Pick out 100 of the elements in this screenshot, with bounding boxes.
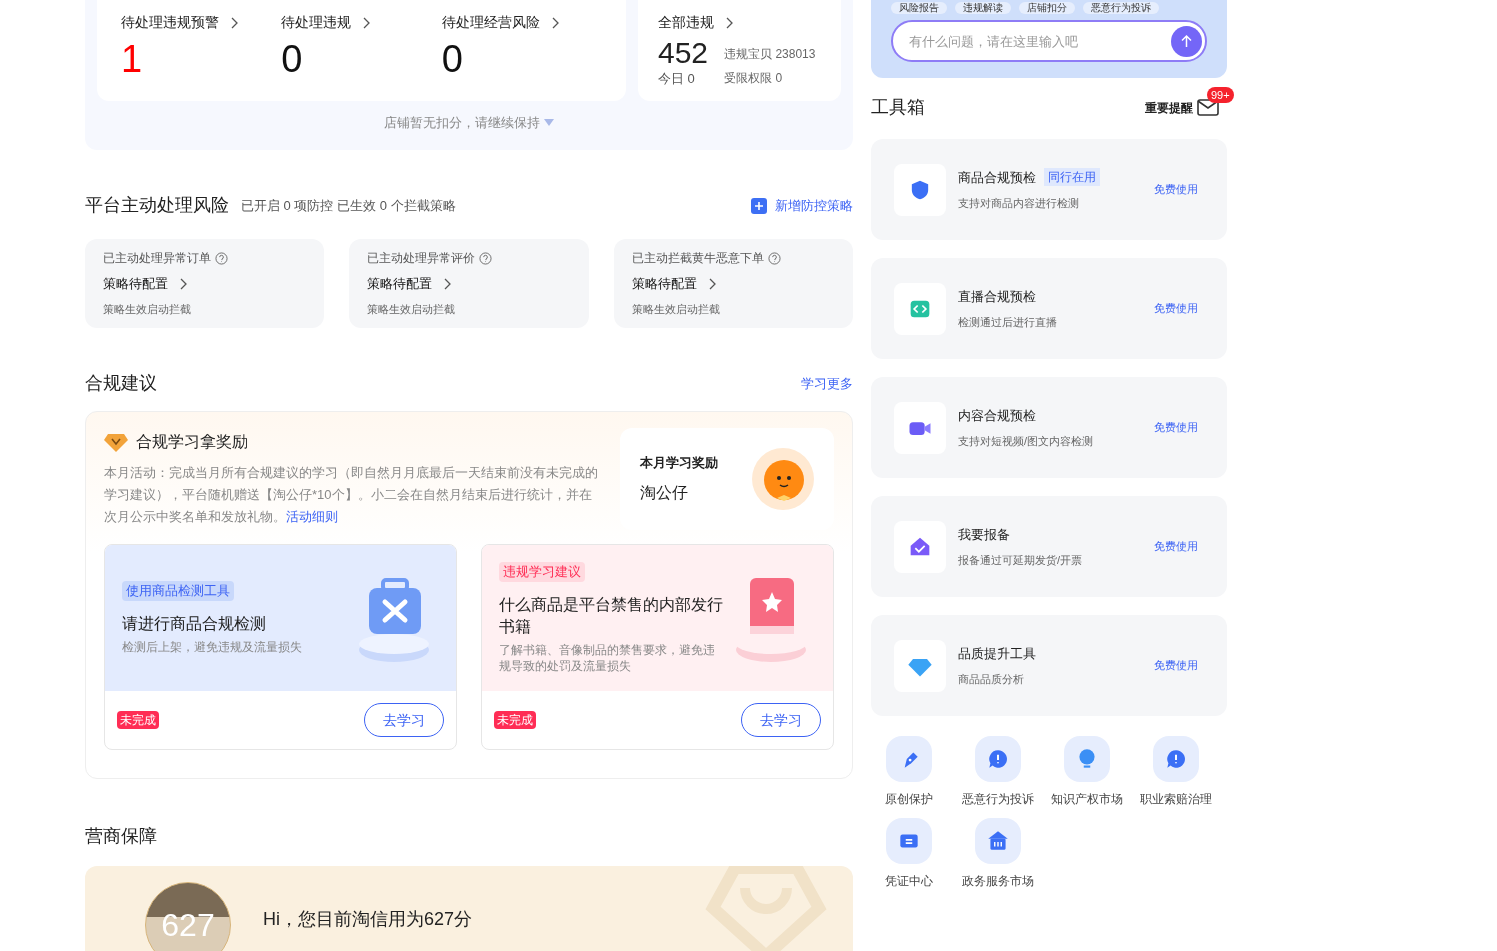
reward-title: 合规学习拿奖励 [136, 432, 248, 452]
strategy-link[interactable]: 策略待配置 [631, 274, 835, 294]
question-chip[interactable]: 风险报告 [891, 2, 947, 14]
credit-greeting: Hi，您目前淘信用为627分 [263, 908, 473, 931]
tool-description: 支持对商品内容进行检测 [958, 196, 1080, 211]
stat-value: 452 [658, 37, 709, 69]
risk-card-title: 已主动处理异常评价 [367, 249, 571, 267]
notification-badge: 99+ [1207, 87, 1234, 103]
tool-card[interactable]: 商品合规预检 同行在用 支持对商品内容进行检测 免费使用 [871, 139, 1227, 240]
prize-label: 本月学习奖励 [640, 454, 719, 473]
stat-label[interactable]: 待处理违规 [281, 12, 442, 33]
today-count: 今日 0 [658, 70, 696, 88]
risk-card-note: 策略生效启动拦截 [631, 301, 721, 317]
shortcut-item[interactable]: 知识产权市场 [1049, 736, 1125, 808]
shortcut-item[interactable]: 原创保护 [871, 736, 947, 808]
advice-title: 什么商品是平台禁售的内部发行书籍 [499, 594, 724, 637]
tool-name: 商品合规预检 [958, 168, 1036, 187]
free-use-link[interactable]: 免费使用 [1154, 657, 1198, 674]
stat-value: 0 [441, 37, 464, 82]
shortcut-item[interactable]: 政务服务市场 [960, 818, 1036, 890]
diamond-icon [104, 432, 128, 452]
free-use-link[interactable]: 免费使用 [1154, 538, 1198, 555]
mail-icon[interactable] [1197, 99, 1219, 116]
ticket-icon [886, 818, 932, 864]
credit-score: 627 [161, 906, 215, 945]
advice-tag: 违规学习建议 [499, 562, 585, 582]
video-icon [894, 401, 946, 454]
mascot-icon [752, 448, 814, 510]
risk-card-note: 策略生效启动拦截 [103, 301, 192, 317]
status-tag: 未完成 [117, 711, 159, 729]
free-use-link[interactable]: 免费使用 [1154, 419, 1198, 436]
toolbox-title: 工具箱 [871, 96, 925, 119]
advice-description: 检测后上架，避免违规及流量损失 [122, 638, 303, 655]
send-icon[interactable] [1171, 25, 1202, 57]
tool-description: 报备通过可延期发货/开票 [958, 553, 1084, 568]
chevron-icon [551, 16, 560, 29]
chevron-icon [180, 277, 188, 290]
free-use-link[interactable]: 免费使用 [1154, 181, 1198, 198]
help-icon [767, 251, 781, 265]
question-chip[interactable]: 违规解读 [955, 2, 1011, 14]
plus-icon [751, 197, 767, 214]
help-icon [215, 251, 228, 265]
section-title: 平台主动处理风险 [85, 194, 229, 217]
stat-label[interactable]: 全部违规 [658, 12, 821, 33]
tool-name: 内容合规预检 [958, 406, 1036, 425]
chevron-icon [444, 277, 453, 290]
tool-card[interactable]: 我要报备 报备通过可延期发货/开票 免费使用 [871, 496, 1227, 597]
tool-name: 品质提升工具 [958, 644, 1036, 663]
reminder-label[interactable]: 重要提醒 [1145, 98, 1193, 117]
alert-icon [975, 736, 1021, 782]
tool-name: 直播合规预检 [958, 287, 1036, 306]
items-count: 违规宝贝 238013 [724, 46, 816, 63]
alert-icon [1153, 736, 1199, 782]
question-input[interactable]: 有什么问题，请在这里输入吧 [891, 20, 1207, 62]
chevron-icon [363, 16, 372, 29]
shield-icon [894, 163, 946, 216]
advice-description: 了解书籍、音像制品的禁售要求，避免违规导致的处罚及流量损失 [499, 641, 716, 674]
deduction-note: 店铺暂无扣分，请继续保持 [384, 114, 540, 132]
tool-card[interactable]: 品质提升工具 商品品质分析 免费使用 [871, 615, 1227, 716]
tool-card[interactable]: 直播合规预检 检测通过后进行直播 免费使用 [871, 258, 1227, 359]
chevron-icon [231, 16, 239, 29]
chevron-icon [726, 16, 734, 29]
strategy-link[interactable]: 策略待配置 [367, 274, 571, 294]
tool-description: 支持对短视频/图文内容检测 [958, 434, 1095, 449]
stat-label[interactable]: 待处理违规预警 [121, 12, 282, 33]
bulb-icon [1064, 736, 1110, 782]
tool-description: 商品品质分析 [958, 672, 1025, 687]
reward-description: 本月活动：完成当月所有合规建议的学习（即自然月月底最后一天结束前没有未完成的学习建议），平台随机赠送【淘公仔*10个】。小二会在自然月结束后进行统计，并在次月公示中奖名单和发放礼物。活动细则 [104, 464, 599, 526]
tool-tag: 同行在用 [1044, 168, 1100, 187]
add-strategy-link[interactable]: 新增防控策略 [751, 195, 853, 216]
prize-name: 淘公仔 [640, 482, 689, 503]
shortcut-item[interactable]: 职业索赔治理 [1138, 736, 1214, 808]
tool-name: 我要报备 [958, 525, 1010, 544]
learn-more-link[interactable]: 学习更多 [801, 373, 853, 394]
code-icon [894, 282, 946, 335]
chevron-icon [708, 277, 717, 290]
risk-card-note: 策略生效启动拦截 [367, 301, 457, 317]
advice-tag: 使用商品检测工具 [122, 581, 234, 601]
advice-title: 请进行商品合规检测 [122, 613, 267, 634]
house-icon [975, 818, 1021, 864]
stat-value: 1 [121, 37, 144, 82]
section-title: 营商保障 [85, 825, 158, 848]
section-summary: 已开启 0 项防控 已生效 0 个拦截策略 [241, 196, 456, 215]
tool-card[interactable]: 内容合规预检 支持对短视频/图文内容检测 免费使用 [871, 377, 1227, 478]
limited-count: 受限权限 0 [724, 70, 784, 87]
pen-icon [886, 736, 932, 782]
rules-link[interactable]: 活动细则 [286, 509, 338, 524]
stat-label[interactable]: 待处理经营风险 [441, 12, 602, 33]
free-use-link[interactable]: 免费使用 [1154, 300, 1198, 317]
help-icon [479, 251, 493, 265]
risk-card-title: 已主动拦截黄牛恶意下单 [631, 249, 835, 267]
shortcut-item[interactable]: 凭证中心 [871, 818, 947, 890]
strategy-link[interactable]: 策略待配置 [103, 274, 307, 294]
question-chip[interactable]: 店铺扣分 [1019, 2, 1075, 14]
question-chip[interactable]: 恶意行为投诉 [1083, 2, 1159, 14]
shortcut-item[interactable]: 恶意行为投诉 [960, 736, 1036, 808]
report-icon [894, 520, 946, 573]
stat-value: 0 [281, 37, 304, 82]
shopping-bag-icon [705, 866, 827, 951]
tool-description: 检测通过后进行直播 [958, 315, 1058, 330]
